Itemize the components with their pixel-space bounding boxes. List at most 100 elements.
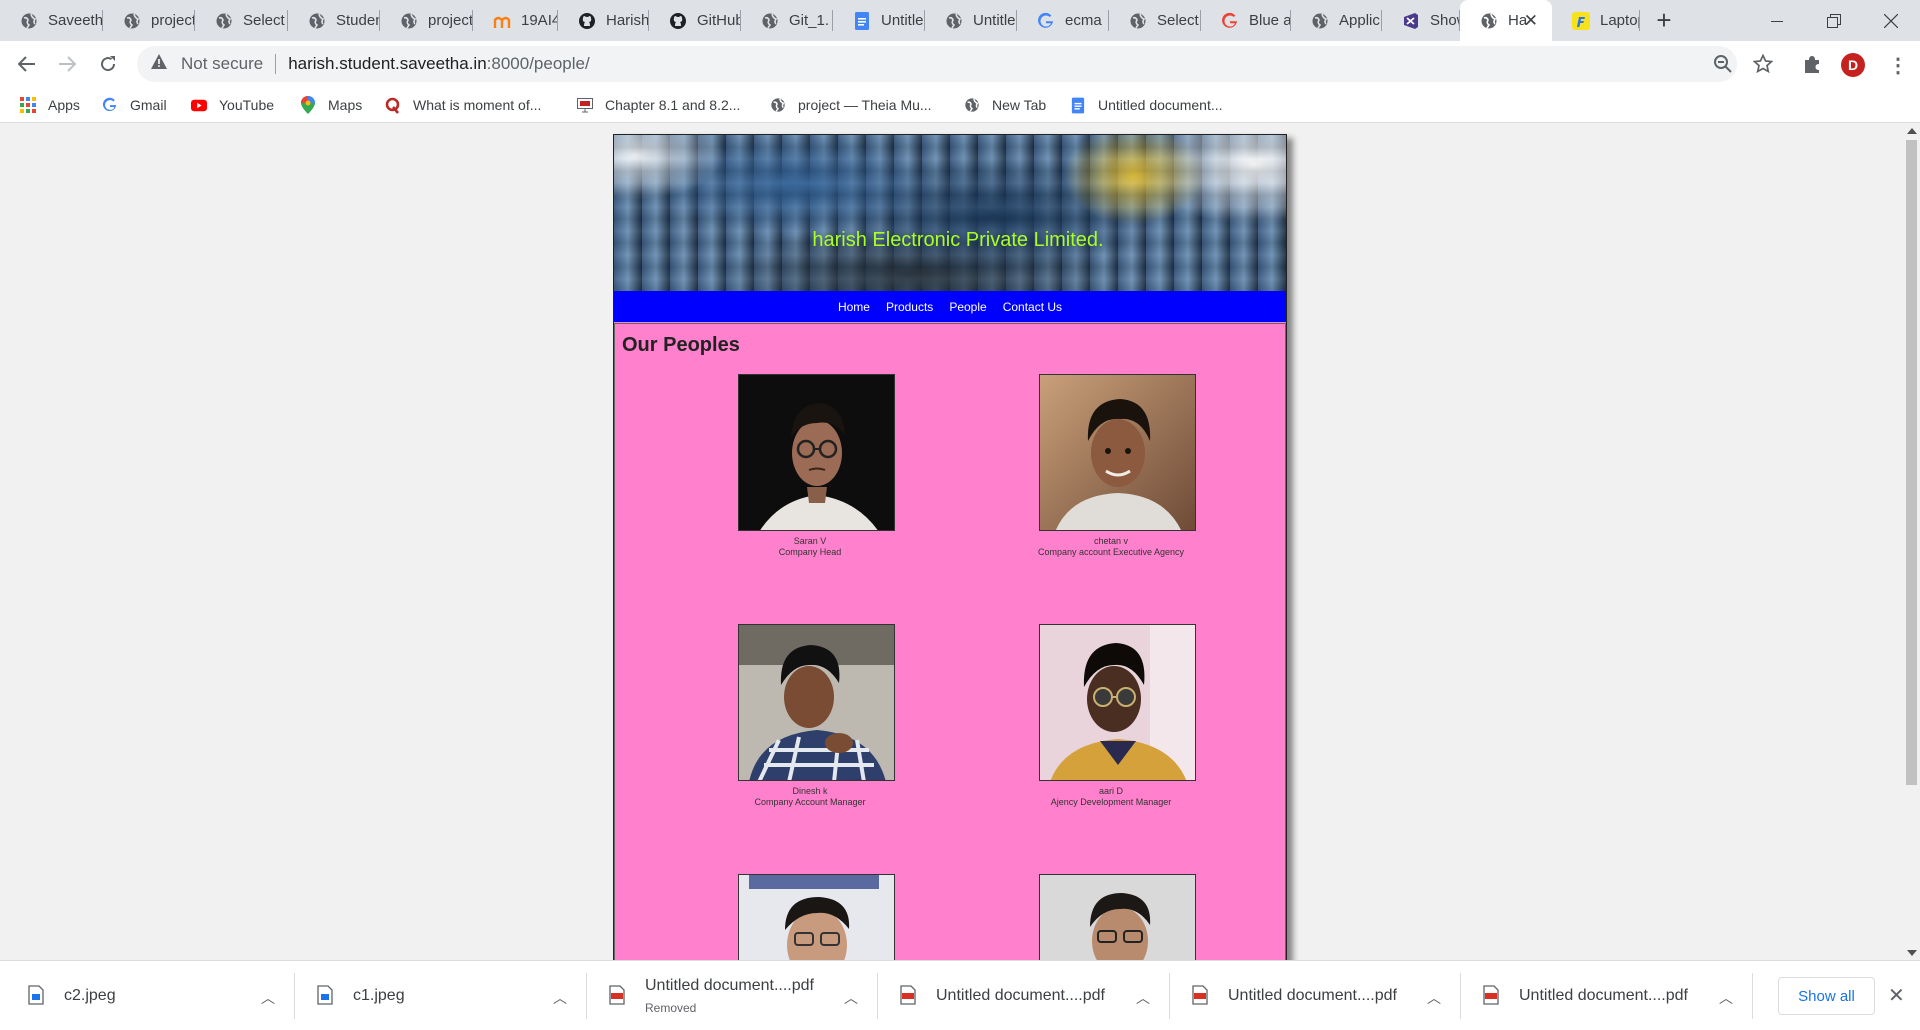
- tab-title: Untitled: [973, 12, 1017, 29]
- reload-button[interactable]: [94, 50, 122, 78]
- bookmark-quora[interactable]: What is moment of...: [385, 87, 541, 123]
- tab-title: Applic: [1339, 12, 1380, 29]
- download-item[interactable]: Untitled document....pdf ︿: [1170, 961, 1461, 1030]
- tab-title: Blue a: [1249, 12, 1291, 29]
- nav-products[interactable]: Products: [886, 300, 933, 314]
- tab-title: Select: [243, 12, 285, 29]
- tab[interactable]: GitHub: [649, 0, 741, 41]
- chevron-up-icon[interactable]: ︿: [844, 988, 858, 1008]
- globe-icon: [1311, 12, 1329, 30]
- tab[interactable]: Saveetha: [0, 0, 103, 41]
- globe-icon: [20, 12, 38, 30]
- download-item[interactable]: Untitled document....pdf Removed ︿: [587, 961, 878, 1030]
- tab-title: 19AI4: [521, 12, 558, 29]
- chevron-up-icon[interactable]: ︿: [553, 988, 567, 1008]
- tab[interactable]: ecma: [1017, 0, 1109, 41]
- scroll-up-arrow-icon[interactable]: [1907, 128, 1917, 134]
- page-scrollbar[interactable]: [1903, 124, 1920, 960]
- tab[interactable]: Laptop: [1552, 0, 1640, 41]
- bookmark-chapter[interactable]: Chapter 8.1 and 8.2...: [577, 87, 740, 123]
- tab-title: Select: [1157, 12, 1199, 29]
- person-role: Company Account Manager: [754, 797, 866, 807]
- person-role: Ajency Development Manager: [1050, 797, 1172, 807]
- address-bar[interactable]: Not secure harish.student.saveetha.in :8…: [137, 46, 1737, 82]
- bookmark-label: Maps: [328, 97, 363, 113]
- flipkart-icon: [1572, 11, 1590, 30]
- bookmark-label: New Tab: [992, 97, 1047, 113]
- chevron-up-icon[interactable]: ︿: [1427, 988, 1441, 1008]
- bookmark-theia[interactable]: project — Theia Mu...: [770, 87, 932, 123]
- download-item[interactable]: Untitled document....pdf ︿: [1461, 961, 1753, 1030]
- extensions-icon[interactable]: [1800, 52, 1824, 76]
- download-status: Removed: [645, 1001, 697, 1015]
- back-button[interactable]: [13, 50, 41, 78]
- tab[interactable]: Show: [1382, 0, 1460, 41]
- presentation-icon: [577, 97, 593, 113]
- bookmark-gmail[interactable]: Gmail: [102, 87, 167, 123]
- minimize-button[interactable]: [1748, 0, 1806, 41]
- bookmark-untitled[interactable]: Untitled document...: [1070, 87, 1223, 123]
- site-nav: Home Products People Contact Us: [614, 291, 1286, 322]
- nav-contact-us[interactable]: Contact Us: [1003, 300, 1062, 314]
- page-viewport[interactable]: harish Electronic Private Limited. Home …: [0, 124, 1903, 960]
- tab-active[interactable]: Ha ✕: [1460, 0, 1552, 41]
- show-all-button[interactable]: Show all: [1778, 977, 1875, 1015]
- warning-icon[interactable]: [151, 54, 169, 74]
- people-section: Our Peoples Saran V Company Head chetan …: [614, 323, 1286, 960]
- tab-title: project: [428, 12, 473, 29]
- bookmark-star-icon[interactable]: [1751, 52, 1775, 76]
- bookmark-label: Apps: [48, 97, 80, 113]
- download-item[interactable]: c1.jpeg ︿: [295, 961, 587, 1030]
- download-name: c2.jpeg: [64, 987, 116, 1004]
- url-host: harish.student.saveetha.in: [288, 54, 487, 73]
- close-downloads-icon[interactable]: ✕: [1888, 983, 1905, 1008]
- menu-icon[interactable]: ⋮: [1888, 53, 1908, 78]
- download-item[interactable]: c2.jpeg ︿: [0, 961, 295, 1030]
- globe-icon: [945, 12, 963, 30]
- bookmark-youtube[interactable]: YouTube: [191, 87, 274, 123]
- tab[interactable]: Untitled: [833, 0, 925, 41]
- tab[interactable]: Applic: [1291, 0, 1382, 41]
- profile-avatar[interactable]: D: [1841, 53, 1865, 77]
- pdf-file-icon: [609, 985, 627, 1007]
- download-name: Untitled document....pdf: [1519, 987, 1688, 1004]
- person-photo: [738, 624, 895, 781]
- nav-people[interactable]: People: [949, 300, 986, 314]
- tab[interactable]: Select: [195, 0, 288, 41]
- pdf-file-icon: [900, 985, 918, 1007]
- tab-strip: Saveetha project Select Student project …: [0, 0, 1920, 41]
- tab[interactable]: Untitled: [925, 0, 1017, 41]
- globe-icon: [1480, 12, 1498, 30]
- close-window-button[interactable]: [1862, 0, 1920, 41]
- person-name: Dinesh k: [792, 786, 828, 796]
- zoom-icon[interactable]: [1711, 52, 1735, 76]
- tab[interactable]: Git_1.: [741, 0, 833, 41]
- chevron-up-icon[interactable]: ︿: [1136, 988, 1150, 1008]
- person-photo: [738, 374, 895, 531]
- bookmark-apps[interactable]: Apps: [20, 87, 80, 123]
- scrollbar-thumb[interactable]: [1906, 140, 1917, 785]
- tab[interactable]: Select: [1109, 0, 1201, 41]
- tab[interactable]: Blue a: [1201, 0, 1291, 41]
- new-tab-button[interactable]: +: [1650, 6, 1678, 34]
- forward-button[interactable]: [53, 50, 81, 78]
- bookmark-newtab[interactable]: New Tab: [964, 87, 1046, 123]
- security-status[interactable]: Not secure: [181, 54, 263, 74]
- globe-icon: [770, 97, 786, 113]
- tab[interactable]: project: [380, 0, 473, 41]
- chevron-up-icon[interactable]: ︿: [1719, 988, 1733, 1008]
- restore-button[interactable]: [1805, 0, 1863, 41]
- tab[interactable]: project: [103, 0, 195, 41]
- person-name: chetan v: [1093, 536, 1129, 546]
- download-item[interactable]: Untitled document....pdf ︿: [878, 961, 1170, 1030]
- nav-home[interactable]: Home: [838, 300, 870, 314]
- bookmark-label: Gmail: [130, 97, 167, 113]
- bookmark-label: Untitled document...: [1098, 97, 1223, 113]
- tab[interactable]: Harish: [558, 0, 649, 41]
- tab[interactable]: Student: [288, 0, 380, 41]
- bookmark-maps[interactable]: Maps: [300, 87, 362, 123]
- close-tab-icon[interactable]: ✕: [1524, 11, 1538, 31]
- chevron-up-icon[interactable]: ︿: [261, 988, 275, 1008]
- tab[interactable]: 19AI4: [473, 0, 558, 41]
- scroll-down-arrow-icon[interactable]: [1907, 950, 1917, 956]
